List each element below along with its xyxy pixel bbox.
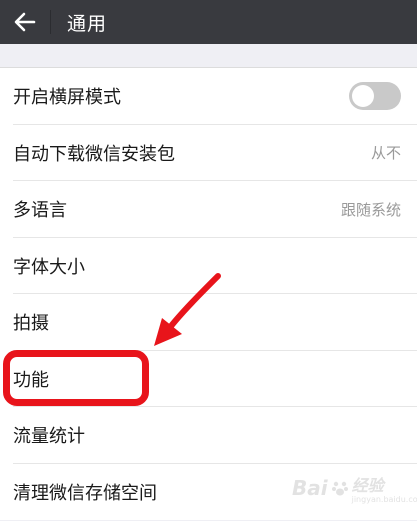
setting-label: 流量统计	[13, 426, 85, 448]
baidu-watermark: Bai 经验 jingyan.baidu.com	[292, 472, 417, 505]
title-bar: 通用	[0, 0, 417, 44]
setting-label: 清理微信存储空间	[13, 482, 157, 504]
setting-label: 字体大小	[13, 256, 85, 278]
setting-auto-download[interactable]: 自动下载微信安装包 从不	[0, 125, 417, 182]
setting-label: 多语言	[13, 200, 67, 222]
red-arrow-annotation	[154, 273, 221, 346]
setting-label: 自动下载微信安装包	[13, 143, 175, 165]
toggle-knob	[352, 85, 374, 108]
paw-icon	[331, 482, 348, 496]
watermark-sub: jingyan.baidu.com	[351, 495, 417, 504]
back-button[interactable]	[0, 0, 50, 44]
watermark-suffix: 经验	[351, 476, 384, 495]
landscape-toggle[interactable]	[349, 82, 401, 111]
arrow-left-icon	[14, 12, 36, 32]
watermark-brand: Bai	[292, 476, 328, 501]
title-divider	[50, 10, 51, 34]
highlight-box	[3, 350, 149, 406]
setting-value: 从不	[370, 144, 401, 163]
setting-label: 开启横屏模式	[13, 87, 121, 109]
page-title: 通用	[67, 12, 108, 35]
setting-language[interactable]: 多语言 跟随系统	[0, 181, 417, 238]
setting-label: 拍摄	[13, 313, 49, 335]
setting-landscape-mode[interactable]: 开启横屏模式	[0, 68, 417, 125]
setting-data-usage[interactable]: 流量统计	[0, 407, 417, 464]
setting-value: 跟随系统	[340, 200, 401, 219]
